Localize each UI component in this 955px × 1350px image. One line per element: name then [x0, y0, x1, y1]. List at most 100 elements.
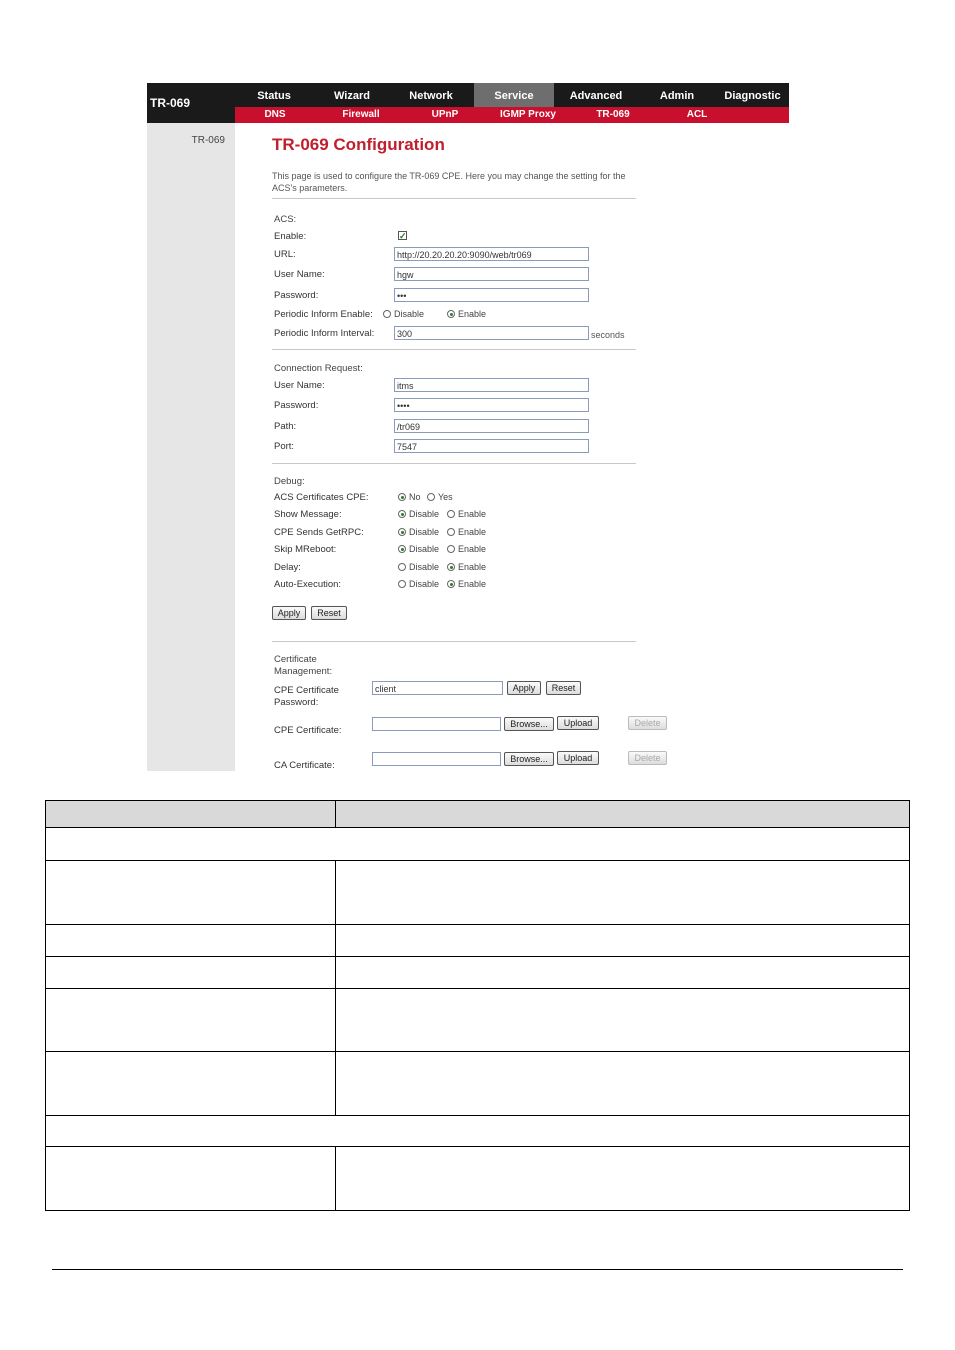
- divider: [272, 198, 636, 199]
- nav-network[interactable]: Network: [391, 83, 471, 107]
- skip-mreboot-enable-radio[interactable]: [447, 545, 455, 553]
- table-header-row: [46, 801, 909, 828]
- ca-certificate-file-input[interactable]: [372, 752, 501, 766]
- acs-password-label: Password:: [274, 290, 319, 301]
- acs-cert-yes-radio[interactable]: [427, 493, 435, 501]
- sidebar-item-tr069[interactable]: TR-069: [147, 135, 225, 146]
- periodic-interval-input[interactable]: 300: [394, 326, 589, 340]
- nav-advanced[interactable]: Advanced: [556, 83, 636, 107]
- table-row: [46, 861, 909, 925]
- debug-section-label: Debug:: [274, 476, 305, 487]
- nav-service[interactable]: Service: [474, 83, 554, 107]
- show-message-enable-radio[interactable]: [447, 510, 455, 518]
- table-row: [46, 957, 909, 989]
- nav-admin[interactable]: Admin: [638, 83, 716, 107]
- periodic-disable-radio[interactable]: [383, 310, 391, 318]
- sidebar: TR-069: [147, 123, 235, 771]
- subnav-acl[interactable]: ACL: [657, 107, 737, 123]
- conn-password-label: Password:: [274, 400, 319, 411]
- auto-execution-enable-text: Enable: [458, 579, 487, 589]
- apply-button[interactable]: Apply: [272, 606, 306, 620]
- ca-cert-upload-button[interactable]: Upload: [557, 751, 599, 765]
- main-content: TR-069 Configuration This page is used t…: [235, 123, 789, 771]
- cpe-cert-delete-button[interactable]: Delete: [628, 716, 667, 730]
- delay-disable-text: Disable: [409, 562, 440, 572]
- conn-username-label: User Name:: [274, 380, 325, 391]
- delay-enable-radio[interactable]: [447, 563, 455, 571]
- periodic-enable-radio[interactable]: [447, 310, 455, 318]
- delay-label: Delay:: [274, 562, 301, 573]
- auto-execution-disable-radio[interactable]: [398, 580, 406, 588]
- subnav-firewall[interactable]: Firewall: [321, 107, 401, 123]
- sub-nav: DNS Firewall UPnP IGMP Proxy TR-069 ACL: [235, 107, 789, 123]
- cpe-certificate-file-input[interactable]: [372, 717, 501, 731]
- periodic-inform-enable-label: Periodic Inform Enable:: [274, 309, 373, 320]
- brand-title: TR-069: [147, 83, 235, 123]
- divider: [272, 463, 636, 464]
- nav-status[interactable]: Status: [235, 83, 313, 107]
- conn-username-input[interactable]: itms: [394, 378, 589, 392]
- table-section-row: [46, 828, 909, 861]
- subnav-tr069[interactable]: TR-069: [573, 107, 653, 123]
- divider: [272, 349, 636, 350]
- conn-password-input[interactable]: ••••: [394, 398, 589, 412]
- conn-port-label: Port:: [274, 441, 295, 452]
- getrpc-disable-text: Disable: [409, 527, 440, 537]
- ca-cert-delete-button[interactable]: Delete: [628, 751, 667, 765]
- auto-execution-enable-radio[interactable]: [447, 580, 455, 588]
- nav-diagnostic[interactable]: Diagnostic: [716, 83, 789, 107]
- cpe-certificate-label: CPE Certificate:: [274, 725, 342, 736]
- getrpc-enable-radio[interactable]: [447, 528, 455, 536]
- table-row: [46, 1147, 909, 1210]
- router-screenshot: TR-069 Status Wizard Network Service Adv…: [147, 83, 789, 771]
- acs-url-label: URL:: [274, 249, 296, 260]
- ca-certificate-label: CA Certificate:: [274, 760, 335, 771]
- cpe-cert-upload-button[interactable]: Upload: [557, 716, 599, 730]
- conn-section-label: Connection Request:: [274, 363, 363, 374]
- acs-cert-yes-text: Yes: [438, 492, 453, 502]
- acs-enable-label: Enable:: [274, 231, 307, 242]
- getrpc-disable-radio[interactable]: [398, 528, 406, 536]
- conn-port-input[interactable]: 7547: [394, 439, 589, 453]
- column-divider: [335, 801, 336, 828]
- table-section-row: [46, 1116, 909, 1147]
- auto-execution-disable-text: Disable: [409, 579, 440, 589]
- divider: [272, 641, 636, 642]
- delay-disable-radio[interactable]: [398, 563, 406, 571]
- skip-mreboot-enable-text: Enable: [458, 544, 487, 554]
- acs-enable-checkbox[interactable]: ✓: [398, 231, 407, 241]
- cert-apply-button[interactable]: Apply: [507, 681, 541, 695]
- acs-username-input[interactable]: hgw: [394, 267, 589, 281]
- acs-cert-cpe-label: ACS Certificates CPE:: [274, 492, 369, 503]
- nav-wizard[interactable]: Wizard: [313, 83, 391, 107]
- delay-enable-text: Enable: [458, 562, 487, 572]
- cpe-cert-password-label: CPE Certificate Password:: [274, 685, 339, 708]
- ca-cert-browse-button[interactable]: Browse...: [504, 752, 554, 766]
- acs-cert-no-radio[interactable]: [398, 493, 406, 501]
- show-message-disable-text: Disable: [409, 509, 440, 519]
- page-title: TR-069 Configuration: [272, 135, 445, 154]
- acs-cert-no-text: No: [409, 492, 421, 502]
- show-message-enable-text: Enable: [458, 509, 487, 519]
- cpe-cert-browse-button[interactable]: Browse...: [504, 717, 554, 731]
- top-nav: Status Wizard Network Service Advanced A…: [235, 83, 789, 107]
- seconds-unit: seconds: [591, 330, 625, 340]
- show-message-disable-radio[interactable]: [398, 510, 406, 518]
- acs-url-input[interactable]: http://20.20.20.20:9090/web/tr069: [394, 247, 589, 261]
- periodic-enable-text: Enable: [458, 309, 487, 319]
- subnav-igmp-proxy[interactable]: IGMP Proxy: [488, 107, 568, 123]
- subnav-dns[interactable]: DNS: [235, 107, 315, 123]
- subnav-upnp[interactable]: UPnP: [405, 107, 485, 123]
- table-row: [46, 925, 909, 957]
- skip-mreboot-disable-radio[interactable]: [398, 545, 406, 553]
- cpe-cert-password-input[interactable]: client: [372, 681, 503, 695]
- page-intro: This page is used to configure the TR-06…: [272, 171, 626, 193]
- conn-path-label: Path:: [274, 421, 297, 432]
- cert-section-label: Certificate Management:: [274, 654, 333, 677]
- conn-path-input[interactable]: /tr069: [394, 419, 589, 433]
- cert-reset-button[interactable]: Reset: [546, 681, 581, 695]
- acs-password-input[interactable]: •••: [394, 288, 589, 302]
- getrpc-label: CPE Sends GetRPC:: [274, 527, 364, 538]
- reset-button[interactable]: Reset: [311, 606, 347, 620]
- column-divider: [335, 861, 336, 1116]
